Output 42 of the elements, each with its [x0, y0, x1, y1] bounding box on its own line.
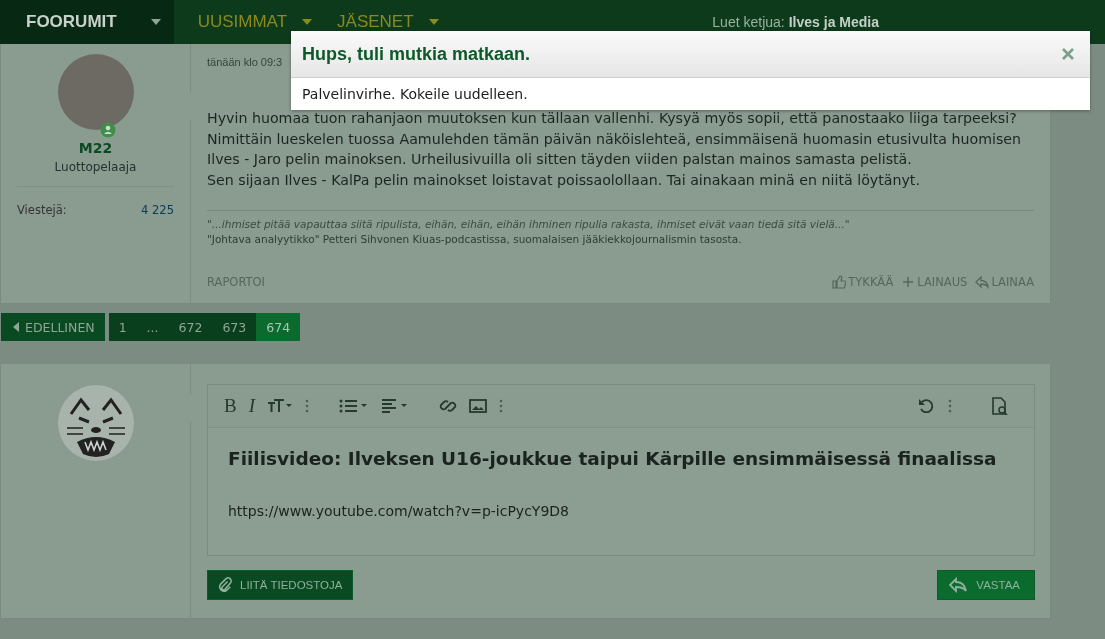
reply-button[interactable]: VASTAA: [937, 570, 1035, 600]
previous-button[interactable]: EDELLINEN: [1, 313, 105, 341]
text-size-icon: [267, 397, 293, 415]
close-button[interactable]: [1061, 47, 1075, 61]
reply-arrow-icon: [975, 275, 990, 289]
post-date[interactable]: tänään klo 09:3: [207, 56, 285, 68]
draft-link: https://www.youtube.com/watch?v=p-icPycY9D8: [228, 503, 570, 519]
close-icon: [1061, 47, 1075, 61]
link-icon: [439, 397, 457, 415]
thread-label: Luet ketjua:: [712, 14, 785, 30]
user-title: Luottopelaaja: [54, 160, 137, 174]
signature-text: "Johtava analyytikko" Petteri Sihvonen Kiuas-podcastissa, suomalaisen jääkiekkojournalismin tasosta.: [207, 233, 742, 245]
paperclip-icon: [218, 577, 232, 593]
image-icon: [469, 397, 487, 415]
stat-value: 4 225: [141, 203, 174, 217]
nav-tab[interactable]: FOORUMIT: [0, 0, 174, 44]
signature-quote: "...ihmiset pitää vapauttaa siitä ripulista, eihän, eihän, eihän ihminen ripulia rakasta, ihmiset eivät vaan tiedä sitä vielä...": [207, 217, 851, 232]
reply-arrow-icon: [948, 577, 969, 593]
undo-icon: [918, 397, 936, 415]
attach-files-button[interactable]: LIITÄ TIEDOSTOJA: [207, 570, 354, 600]
error-message: Palvelinvirhe. Kokeile uudelleen.: [301, 85, 529, 104]
plus-icon: [901, 275, 916, 289]
italic-button[interactable]: I: [242, 385, 261, 427]
bold-button[interactable]: B: [218, 385, 243, 427]
nav-tab[interactable]: UUSIMMAT: [181, 0, 322, 44]
align-icon: [381, 397, 409, 415]
more-icon: [948, 397, 952, 415]
caret-left-icon: [13, 322, 19, 332]
more-icon: [305, 397, 309, 415]
draft-title: Fiilisvideo: Ilveksen U16-joukkue taipui Kärpille ensimmäisessä finaalissa: [228, 448, 998, 469]
thumbs-up-icon: [832, 275, 847, 289]
page-link[interactable]: 674: [256, 313, 301, 341]
more-icon: [499, 397, 503, 415]
post-text: Hyvin huomaa tuon rahanjaon muutoksen kun tällaan vallenhi. Kysyä myös sopii, että panostaako liiga tarpeeksi? Nimittäin lueskelen tuossa Aamulehden tämän päivän näköislehteä, ensimmäisenä huomasin etusivulta huomisen Ilves - Jaro pelin mainoksen. Urheilusivuilla oli sitten täyden viiden palstan mainos samasta pelistä. Sen sijaan Ilves - KalPa pelin mainokset loistavat poissaolollaan. Tai ainakaan minä en niitä löytänyt.: [207, 109, 1023, 190]
nav-tab[interactable]: JÄSENET: [321, 0, 448, 44]
thread-title[interactable]: Ilves ja Media: [788, 14, 879, 30]
list-icon: [339, 397, 369, 415]
preview-icon: [990, 397, 1010, 415]
username[interactable]: M22: [78, 140, 113, 156]
stat-label: Viestejä:: [17, 203, 67, 217]
lynx-avatar-drawing[interactable]: [56, 384, 135, 462]
dialog-title: Hups, tuli mutkia matkaan.: [302, 43, 531, 65]
